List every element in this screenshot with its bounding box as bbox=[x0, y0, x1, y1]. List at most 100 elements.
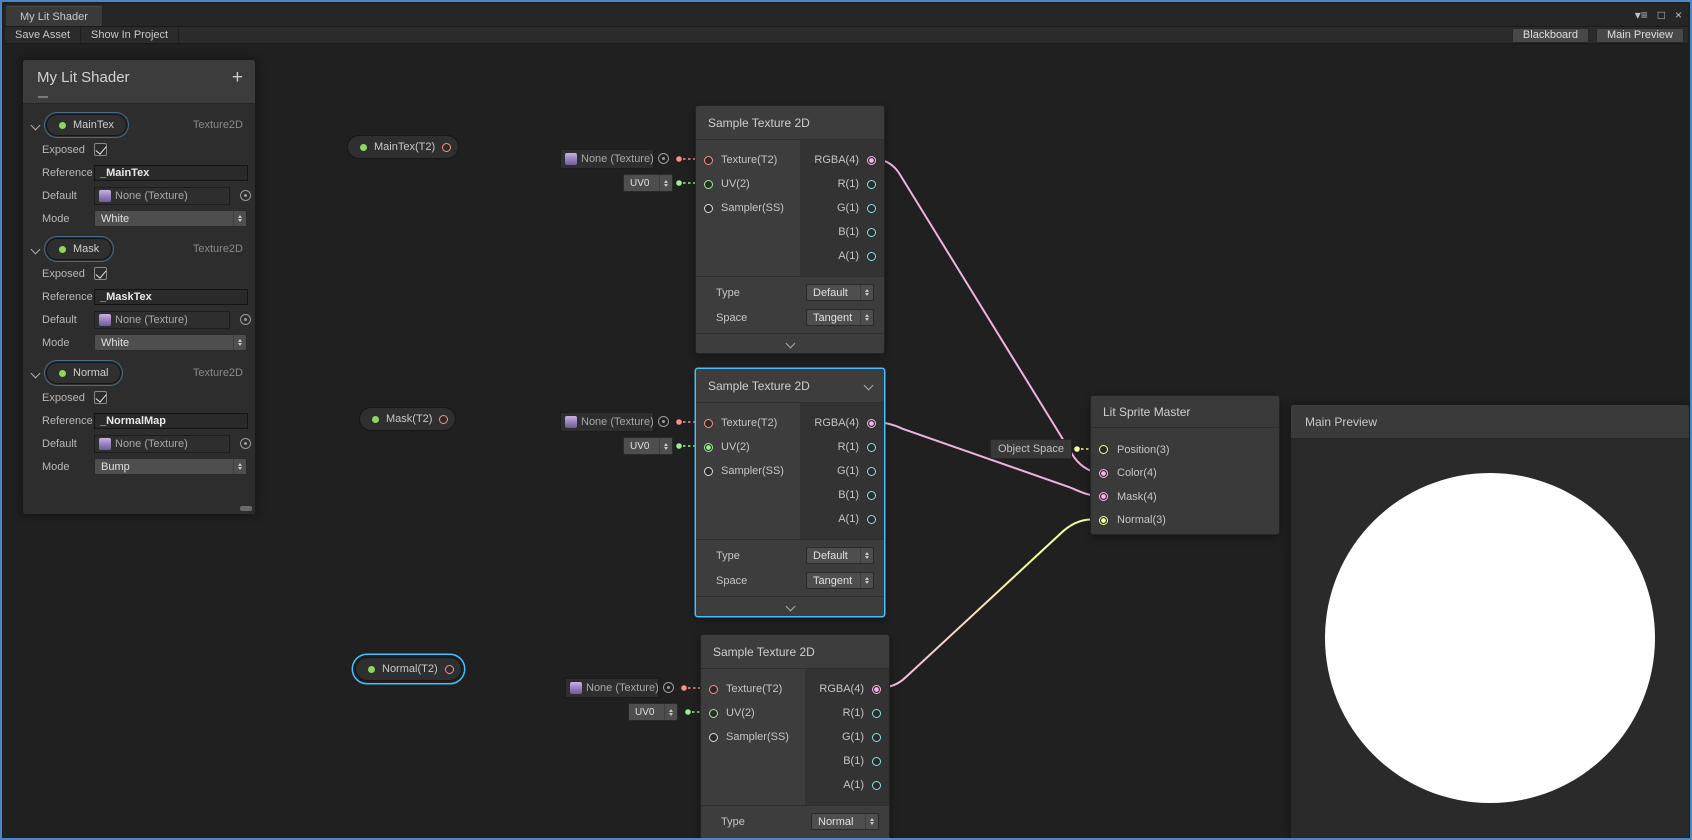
node-header[interactable]: Lit Sprite Master bbox=[1091, 396, 1279, 428]
blackboard-panel[interactable]: My Lit Shader + MainTex Texture2D Expose… bbox=[22, 59, 256, 515]
space-dropdown[interactable]: Tangent bbox=[806, 309, 874, 326]
r-output-port[interactable] bbox=[872, 709, 881, 718]
chevron-down-icon bbox=[785, 602, 795, 612]
default-texture-field[interactable]: None (Texture) bbox=[94, 435, 230, 453]
color-input-port[interactable] bbox=[1099, 469, 1108, 478]
panel-resize-grip[interactable] bbox=[240, 506, 252, 511]
default-texture-field[interactable]: None (Texture) bbox=[94, 311, 230, 329]
normal-input-port[interactable] bbox=[1099, 516, 1108, 525]
object-picker-icon[interactable] bbox=[663, 682, 674, 693]
mode-dropdown[interactable]: White bbox=[94, 210, 247, 227]
r-output-port[interactable] bbox=[867, 443, 876, 452]
tab-my-lit-shader[interactable]: My Lit Shader bbox=[6, 6, 102, 26]
window-close-icon[interactable]: × bbox=[1675, 7, 1682, 23]
main-preview-panel[interactable]: Main Preview bbox=[1290, 404, 1690, 840]
a-output-port[interactable] bbox=[872, 781, 881, 790]
reference-input[interactable]: _MaskTex bbox=[94, 289, 248, 305]
texture-slot-field[interactable]: None (Texture) bbox=[560, 412, 654, 432]
sampler-input-port[interactable] bbox=[709, 733, 718, 742]
object-picker-icon[interactable] bbox=[240, 190, 251, 201]
exposed-checkbox[interactable] bbox=[94, 391, 107, 404]
property-pill-maintex[interactable]: MainTex bbox=[47, 115, 126, 135]
sample-texture-2d-node-2[interactable]: Sample Texture 2D Texture(T2) UV(2) Samp… bbox=[695, 368, 885, 617]
reference-input[interactable]: _NormalMap bbox=[94, 413, 248, 429]
property-node-mask[interactable]: Mask(T2) bbox=[359, 407, 456, 431]
b-output-port[interactable] bbox=[867, 491, 876, 500]
lit-sprite-master-node[interactable]: Lit Sprite Master Position(3) Color(4) M… bbox=[1090, 395, 1280, 535]
main-preview-toggle-button[interactable]: Main Preview bbox=[1596, 28, 1684, 43]
texture-slot-field[interactable]: None (Texture) bbox=[560, 149, 654, 169]
chevron-down-icon[interactable] bbox=[31, 120, 41, 130]
default-texture-field[interactable]: None (Texture) bbox=[94, 187, 230, 205]
port-label: Texture(T2) bbox=[726, 683, 782, 695]
object-picker-icon[interactable] bbox=[658, 153, 669, 164]
uv-channel-dropdown[interactable]: UV0 bbox=[623, 437, 673, 455]
uv-channel-dropdown[interactable]: UV0 bbox=[623, 174, 673, 192]
node-header[interactable]: Sample Texture 2D bbox=[701, 635, 889, 669]
node-collapse-strip[interactable] bbox=[696, 596, 884, 616]
uv-channel-dropdown[interactable]: UV0 bbox=[628, 703, 678, 721]
object-picker-icon[interactable] bbox=[240, 438, 251, 449]
chevron-down-icon[interactable] bbox=[31, 368, 41, 378]
exposed-checkbox[interactable] bbox=[94, 143, 107, 156]
reference-label: Reference bbox=[42, 167, 94, 179]
main-preview-viewport[interactable] bbox=[1291, 439, 1689, 840]
mode-dropdown[interactable]: Bump bbox=[94, 458, 247, 475]
texture-output-port[interactable] bbox=[442, 143, 451, 152]
window-maximize-icon[interactable]: □ bbox=[1658, 7, 1665, 23]
position-input-port[interactable] bbox=[1099, 445, 1108, 454]
exposed-checkbox[interactable] bbox=[94, 267, 107, 280]
property-pill-normal[interactable]: Normal bbox=[47, 363, 120, 383]
sample-texture-2d-node-1[interactable]: Sample Texture 2D Texture(T2) UV(2) Samp… bbox=[695, 105, 885, 354]
mask-input-port[interactable] bbox=[1099, 492, 1108, 501]
rgba-output-port[interactable] bbox=[867, 419, 876, 428]
property-pill-mask[interactable]: Mask bbox=[47, 239, 111, 259]
texture-input-port[interactable] bbox=[704, 156, 713, 165]
g-output-port[interactable] bbox=[867, 204, 876, 213]
r-output-port[interactable] bbox=[867, 180, 876, 189]
uv-input-port[interactable] bbox=[704, 443, 713, 452]
texture-input-port[interactable] bbox=[709, 685, 718, 694]
node-header[interactable]: Sample Texture 2D bbox=[696, 106, 884, 140]
save-asset-button[interactable]: Save Asset bbox=[4, 27, 81, 43]
sampler-input-port[interactable] bbox=[704, 204, 713, 213]
property-type-label: Texture2D bbox=[193, 243, 243, 255]
rgba-output-port[interactable] bbox=[872, 685, 881, 694]
g-output-port[interactable] bbox=[872, 733, 881, 742]
type-dropdown[interactable]: Normal bbox=[811, 813, 879, 830]
position-space-field[interactable]: Object Space bbox=[990, 439, 1072, 459]
add-property-button[interactable]: + bbox=[232, 68, 243, 87]
chevron-down-icon[interactable] bbox=[31, 244, 41, 254]
main-preview-header[interactable]: Main Preview bbox=[1291, 405, 1689, 439]
type-dropdown[interactable]: Default bbox=[806, 284, 874, 301]
node-header[interactable]: Sample Texture 2D bbox=[696, 369, 884, 403]
window-menu-icon[interactable]: ▾≡ bbox=[1635, 7, 1648, 23]
b-output-port[interactable] bbox=[867, 228, 876, 237]
b-output-port[interactable] bbox=[872, 757, 881, 766]
a-output-port[interactable] bbox=[867, 515, 876, 524]
type-dropdown[interactable]: Default bbox=[806, 547, 874, 564]
texture-output-port[interactable] bbox=[445, 665, 454, 674]
texture-slot-field[interactable]: None (Texture) bbox=[565, 678, 659, 698]
uv-input-port[interactable] bbox=[709, 709, 718, 718]
node-collapse-strip[interactable] bbox=[696, 333, 884, 353]
sampler-input-port[interactable] bbox=[704, 467, 713, 476]
texture-input-port[interactable] bbox=[704, 419, 713, 428]
property-node-normal[interactable]: Normal(T2) bbox=[355, 657, 462, 681]
blackboard-toggle-button[interactable]: Blackboard bbox=[1512, 28, 1589, 43]
object-picker-icon[interactable] bbox=[658, 416, 669, 427]
mode-dropdown[interactable]: White bbox=[94, 334, 247, 351]
g-output-port[interactable] bbox=[867, 467, 876, 476]
sample-texture-2d-node-3[interactable]: Sample Texture 2D Texture(T2) UV(2) Samp… bbox=[700, 634, 890, 840]
space-dropdown[interactable]: Tangent bbox=[806, 572, 874, 589]
chevron-down-icon[interactable] bbox=[864, 381, 874, 391]
a-output-port[interactable] bbox=[867, 252, 876, 261]
property-node-maintex[interactable]: MainTex(T2) bbox=[347, 135, 459, 159]
texture-output-port[interactable] bbox=[439, 415, 448, 424]
reference-input[interactable]: _MainTex bbox=[94, 165, 248, 181]
rgba-output-port[interactable] bbox=[867, 156, 876, 165]
object-picker-icon[interactable] bbox=[240, 314, 251, 325]
uv-input-port[interactable] bbox=[704, 180, 713, 189]
show-in-project-button[interactable]: Show In Project bbox=[81, 27, 179, 43]
dropdown-arrows-icon bbox=[233, 459, 246, 474]
